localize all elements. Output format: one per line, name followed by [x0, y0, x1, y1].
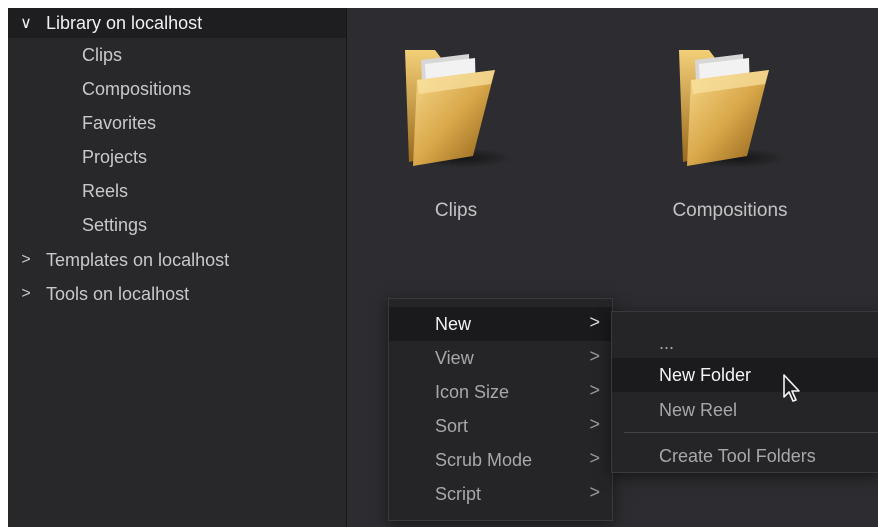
chevron-right-icon: >: [589, 414, 600, 434]
tree-item-label: Projects: [82, 146, 148, 167]
menu-item-label: View: [435, 348, 474, 368]
tree-item-label: Reels: [82, 180, 129, 201]
tree-item-label: Clips: [82, 44, 123, 65]
submenu-item-ellipsis[interactable]: ...: [612, 326, 878, 360]
mouse-cursor-icon: [783, 374, 800, 402]
tree-item-favorites[interactable]: Favorites: [8, 106, 346, 140]
chevron-right-icon[interactable]: >: [16, 251, 36, 269]
menu-item-label: Icon Size: [435, 382, 510, 402]
menu-item-script[interactable]: Script >: [389, 477, 612, 511]
tree-item-library-on-localhost[interactable]: ∨ Library on localhost: [8, 8, 346, 38]
menu-item-sort[interactable]: Sort >: [389, 409, 612, 443]
submenu-item-new-folder[interactable]: New Folder: [612, 358, 878, 392]
menu-item-label: New: [435, 314, 472, 334]
tree-item-compositions[interactable]: Compositions: [8, 72, 346, 106]
menu-item-label: Scrub Mode: [435, 450, 533, 470]
tree-item-label: Tools on localhost: [46, 283, 190, 304]
menu-item-icon-size[interactable]: Icon Size >: [389, 375, 612, 409]
folder-icon: [679, 50, 787, 168]
chevron-right-icon: >: [589, 482, 600, 502]
menu-item-scrub-mode[interactable]: Scrub Mode >: [389, 443, 612, 477]
submenu-item-label: ...: [659, 333, 675, 353]
tree-item-templates-on-localhost[interactable]: > Templates on localhost: [8, 243, 346, 277]
chevron-right-icon: >: [589, 346, 600, 366]
tree-item-label: Compositions: [82, 78, 192, 99]
tree-item-tools-on-localhost[interactable]: > Tools on localhost: [8, 277, 346, 311]
submenu-item-label: New Reel: [659, 400, 738, 420]
folder-compositions[interactable]: Compositions: [645, 40, 815, 222]
menu-item-new[interactable]: New >: [389, 307, 612, 341]
folder-clips[interactable]: Clips: [371, 40, 541, 222]
submenu-item-new-reel[interactable]: New Reel: [612, 393, 878, 427]
menu-item-label: Script: [435, 484, 482, 504]
tree-item-settings[interactable]: Settings: [8, 208, 346, 242]
tree-item-label: Templates on localhost: [46, 249, 230, 270]
chevron-right-icon: >: [589, 380, 600, 400]
chevron-right-icon: >: [589, 312, 600, 332]
folder-icon: [405, 50, 513, 168]
tree-item-reels[interactable]: Reels: [8, 174, 346, 208]
menu-item-label: Sort: [435, 416, 469, 436]
submenu-item-label: New Folder: [659, 365, 752, 385]
chevron-right-icon[interactable]: >: [16, 285, 36, 303]
folder-label: Clips: [434, 200, 478, 221]
library-sidebar: ∨ Library on localhost Clips Composition…: [8, 8, 346, 527]
chevron-down-icon[interactable]: ∨: [16, 13, 36, 33]
menu-separator: [624, 432, 878, 433]
tree-item-clips[interactable]: Clips: [8, 38, 346, 72]
tree-item-label: Settings: [82, 214, 148, 235]
menu-item-view[interactable]: View >: [389, 341, 612, 375]
submenu-item-label: Create Tool Folders: [659, 446, 816, 466]
chevron-right-icon: >: [589, 448, 600, 468]
folder-label: Compositions: [672, 200, 788, 221]
submenu-item-create-tool-folders[interactable]: Create Tool Folders: [612, 439, 878, 473]
context-menu: New > View > Icon Size > Sort > Scrub Mo…: [388, 298, 613, 521]
tree-item-label: Library on localhost: [46, 12, 203, 33]
tree-item-label: Favorites: [82, 112, 157, 133]
tree-item-projects[interactable]: Projects: [8, 140, 346, 174]
new-submenu: ... New Folder New Reel Create Tool Fold…: [611, 311, 878, 473]
